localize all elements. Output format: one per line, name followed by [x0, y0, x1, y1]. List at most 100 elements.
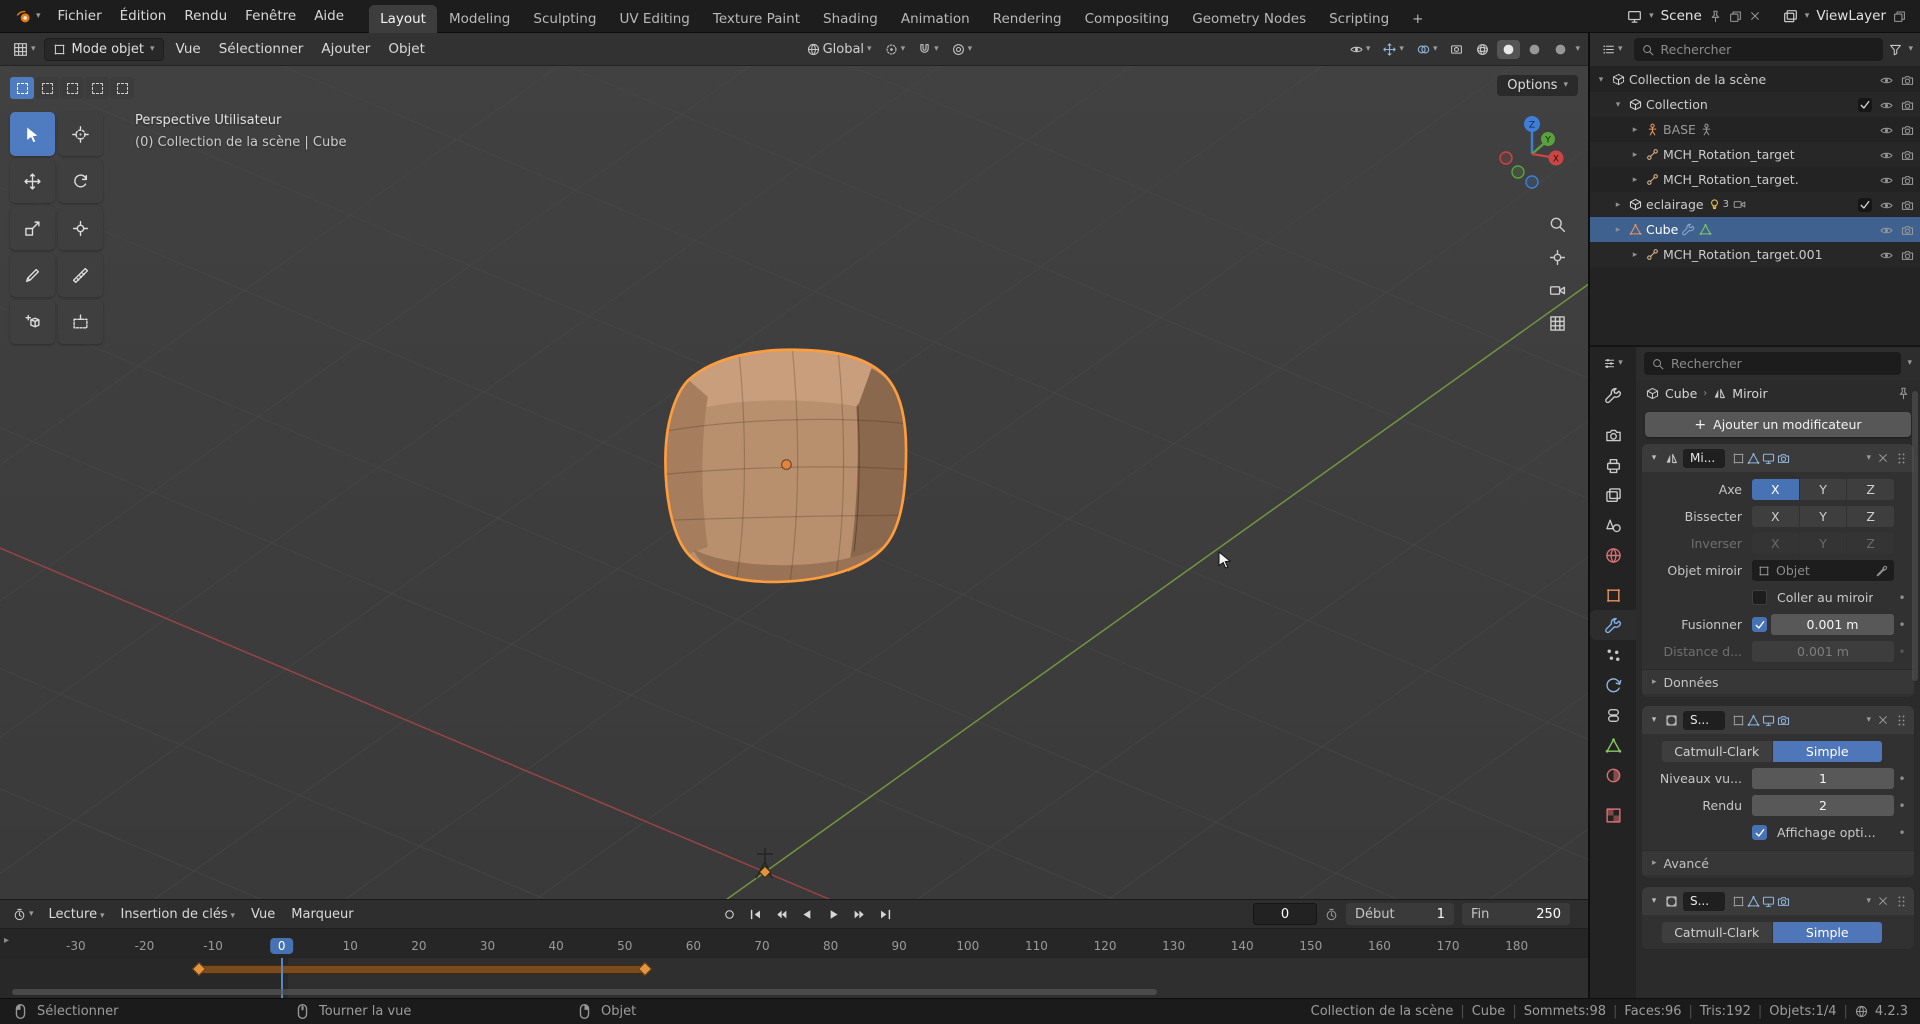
properties-tab-object[interactable]	[1590, 580, 1636, 610]
collection-checkbox[interactable]	[1858, 197, 1872, 212]
stopwatch-icon[interactable]	[1325, 908, 1338, 921]
disable-in-renders-toggle[interactable]	[1901, 97, 1914, 112]
optimal-display-checkbox[interactable]	[1752, 825, 1767, 840]
new-scene-icon[interactable]	[1729, 10, 1742, 23]
timeline-track[interactable]	[0, 957, 1588, 998]
axis-negative-y[interactable]	[1511, 165, 1525, 179]
tool-rotate[interactable]	[58, 159, 103, 203]
render-display-toggle[interactable]	[1777, 452, 1790, 465]
extras-chevron-icon[interactable]: ▾	[1866, 896, 1871, 906]
outliner-row-collection-de-la-scene[interactable]: ▾ Collection de la scène	[1590, 67, 1920, 92]
xray-toggle[interactable]	[1445, 40, 1468, 59]
disclosure-closed-icon[interactable]: ▸	[1628, 150, 1642, 160]
hide-in-viewport-toggle[interactable]	[1880, 197, 1893, 212]
select-intersect-button[interactable]	[110, 77, 134, 99]
proportional-edit-dropdown[interactable]: ▾	[947, 40, 978, 59]
timeline-menu-vue[interactable]: Vue	[243, 904, 283, 925]
hide-in-viewport-toggle[interactable]	[1880, 122, 1893, 137]
disclosure-closed-icon[interactable]: ▸	[1628, 125, 1642, 135]
tool-select-box[interactable]	[10, 112, 55, 156]
workspace-tab-animation[interactable]: Animation	[890, 5, 981, 33]
merge-threshold-field[interactable]: 0.001 m	[1771, 614, 1894, 635]
outliner-row-base[interactable]: ▸ BASE	[1590, 117, 1920, 142]
realtime-display-toggle[interactable]	[1762, 714, 1775, 727]
frame-end-field[interactable]: Fin 250	[1462, 903, 1571, 925]
outliner-row-eclairage[interactable]: ▸ eclairage 3	[1590, 192, 1920, 217]
tool-interactive-add[interactable]	[58, 300, 103, 344]
previous-keyframe-button[interactable]	[769, 904, 793, 924]
mode-dropdown[interactable]: Mode objet ▾	[43, 37, 164, 61]
frame-start-field[interactable]: Début 1	[1346, 903, 1455, 925]
view-layer-icon[interactable]	[1783, 9, 1798, 24]
current-frame-badge[interactable]: 0	[269, 938, 294, 954]
disclosure-closed-icon[interactable]: ▸	[1628, 175, 1642, 185]
levels-render-field[interactable]: 2	[1752, 795, 1894, 816]
collection-checkbox[interactable]	[1858, 97, 1872, 112]
select-invert-button[interactable]	[85, 77, 109, 99]
viewport-menu-selectionner[interactable]: Sélectionner	[210, 37, 313, 61]
outliner-row-mch-rotation-target[interactable]: ▸ MCH_Rotation_target	[1590, 142, 1920, 167]
orientation-dropdown[interactable]: Global ▾	[802, 39, 877, 60]
workspace-tab-rendering[interactable]: Rendering	[982, 5, 1073, 33]
shading-material-button[interactable]	[1523, 40, 1546, 59]
eyedropper-icon[interactable]	[1876, 565, 1888, 577]
drag-handle-icon[interactable]	[1895, 714, 1908, 727]
properties-scrollbar[interactable]	[1912, 391, 1918, 681]
properties-tab-constraints[interactable]	[1590, 700, 1636, 730]
disable-in-renders-toggle[interactable]	[1901, 172, 1914, 187]
outliner-display-mode-button[interactable]: ▾	[1597, 40, 1628, 59]
axis-negative-x[interactable]	[1499, 151, 1513, 165]
animate-dot[interactable]: •	[1894, 772, 1910, 786]
expand-arrow-icon[interactable]: ▸	[4, 935, 9, 946]
new-viewlayer-icon[interactable]	[1893, 10, 1906, 23]
disable-in-renders-toggle[interactable]	[1901, 147, 1914, 162]
outliner-search-input[interactable]: Rechercher	[1633, 38, 1884, 61]
mirror-bisect-x-button[interactable]: X	[1752, 506, 1799, 527]
edit-mode-display-toggle[interactable]	[1732, 452, 1745, 465]
cage-display-toggle[interactable]	[1747, 714, 1760, 727]
mirror-axis-z-button[interactable]: Z	[1847, 479, 1895, 500]
mirror-axis-y-button[interactable]: Y	[1799, 479, 1847, 500]
close-icon[interactable]	[1877, 895, 1889, 907]
properties-tab-particles[interactable]	[1590, 640, 1636, 670]
viewport-3d[interactable]: Perspective Utilisateur (0) Collection d…	[0, 66, 1588, 899]
extras-chevron-icon[interactable]: ▾	[1866, 453, 1871, 463]
data-subpanel[interactable]: ▸ Données	[1642, 669, 1914, 694]
subdivision-type-simple-button[interactable]: Simple	[1772, 922, 1882, 943]
animate-dot[interactable]: •	[1894, 591, 1910, 605]
axis-negative-z[interactable]	[1525, 175, 1539, 189]
mirror-axis-x-button[interactable]: X	[1752, 479, 1799, 500]
properties-tab-physics[interactable]	[1590, 670, 1636, 700]
outliner-row-mch-rotation-target-001[interactable]: ▸ MCH_Rotation_target.001	[1590, 242, 1920, 267]
collapse-chevron-icon[interactable]: ▾	[1648, 453, 1660, 463]
camera-view-icon[interactable]	[1549, 282, 1566, 299]
properties-tab-scene[interactable]	[1590, 510, 1636, 540]
properties-tab-world[interactable]	[1590, 540, 1636, 570]
hide-in-viewport-toggle[interactable]	[1880, 247, 1893, 262]
disable-in-renders-toggle[interactable]	[1901, 247, 1914, 262]
disclosure-closed-icon[interactable]: ▸	[1611, 225, 1625, 235]
blender-menu-button[interactable]: ▾	[10, 8, 47, 25]
subdivision-type-catmull-clark-button[interactable]: Catmull-Clark	[1662, 922, 1772, 943]
add-modifier-button[interactable]: + Ajouter un modificateur	[1645, 412, 1911, 437]
breadcrumb-object[interactable]: Cube	[1665, 386, 1697, 401]
pan-hand-icon[interactable]	[1549, 249, 1566, 266]
auto-keying-toggle[interactable]	[717, 904, 741, 924]
cage-display-toggle[interactable]	[1747, 452, 1760, 465]
clip-checkbox[interactable]	[1752, 590, 1767, 605]
hide-in-viewport-toggle[interactable]	[1880, 147, 1893, 162]
shading-solid-button[interactable]	[1497, 39, 1521, 59]
viewport-menu-vue[interactable]: Vue	[167, 37, 210, 61]
advanced-subpanel[interactable]: ▸ Avancé	[1642, 850, 1914, 875]
viewport-menu-objet[interactable]: Objet	[379, 37, 434, 61]
chevron-down-icon[interactable]: ▾	[1907, 359, 1912, 368]
timeline-menu-lecture[interactable]: Lecture ▾	[41, 904, 113, 925]
close-icon[interactable]	[1749, 10, 1761, 22]
jump-to-end-button[interactable]	[873, 904, 897, 924]
outliner-row-collection[interactable]: ▾ Collection	[1590, 92, 1920, 117]
editor-type-button[interactable]: ▾	[8, 39, 41, 60]
mirror-bisect-y-button[interactable]: Y	[1799, 506, 1847, 527]
shading-rendered-button[interactable]	[1549, 40, 1572, 59]
properties-tab-view-layer[interactable]	[1590, 480, 1636, 510]
pin-icon[interactable]	[1709, 10, 1722, 23]
